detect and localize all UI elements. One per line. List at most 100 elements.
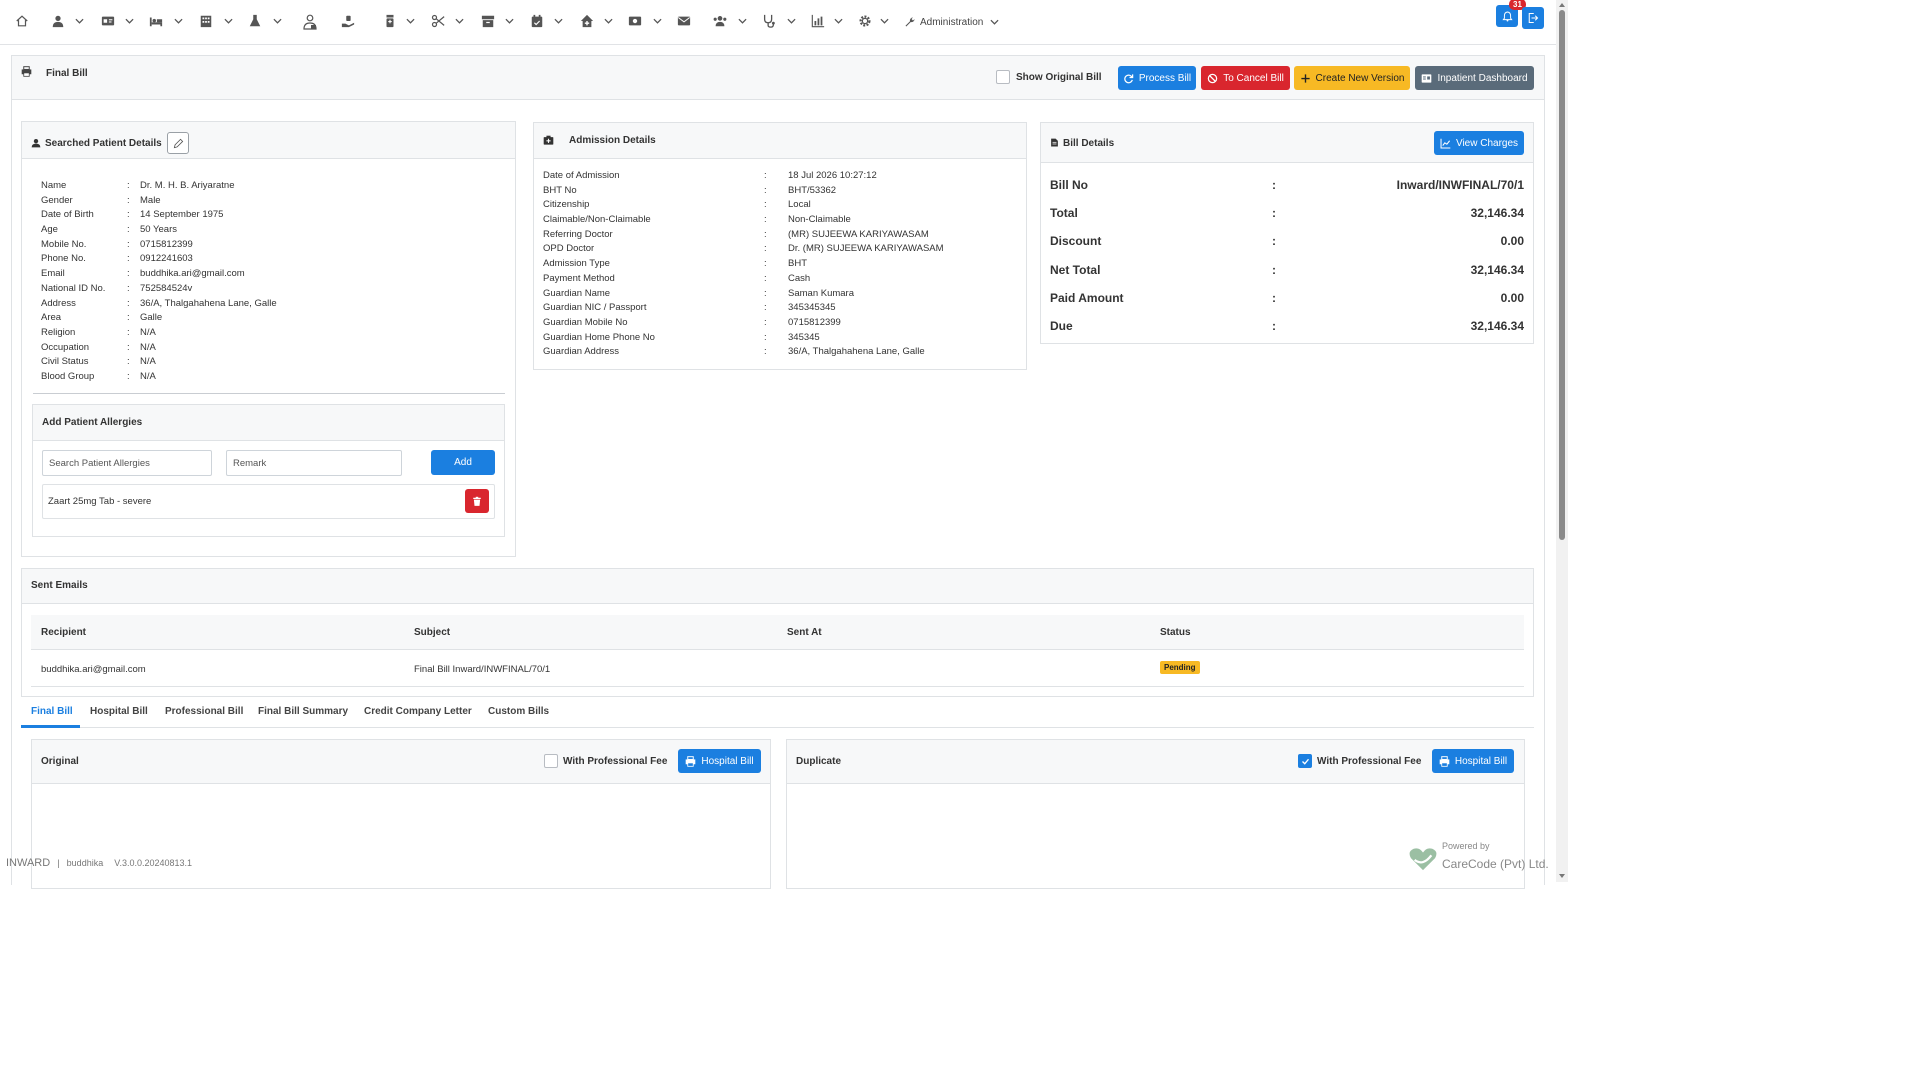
detail-value: Local	[788, 199, 811, 211]
tab-final-bill[interactable]: Final Bill	[31, 706, 73, 717]
scroll-down-icon[interactable]	[1558, 872, 1566, 880]
chevron-down-icon[interactable]	[224, 17, 233, 25]
scissors-icon[interactable]	[431, 14, 445, 28]
detail-value: N/A	[140, 326, 156, 338]
process-bill-button[interactable]: Process Bill	[1118, 66, 1196, 90]
chevron-down-icon[interactable]	[880, 17, 889, 25]
bed-icon[interactable]	[149, 14, 163, 28]
detail-label: OPD Doctor	[543, 243, 595, 255]
original-professional-fee-checkbox[interactable]: With Professional Fee	[544, 754, 667, 768]
archive-icon[interactable]	[481, 14, 495, 28]
detail-value: Galle	[140, 312, 163, 324]
detail-value: 0715812399	[788, 316, 841, 328]
tab-custom-bills[interactable]: Custom Bills	[488, 706, 549, 717]
home-icon[interactable]	[15, 14, 29, 28]
checkbox-checked[interactable]	[1298, 754, 1312, 768]
duplicate-title: Duplicate	[796, 756, 842, 767]
hand-holding-icon[interactable]	[341, 14, 355, 28]
detail-colon: :	[127, 341, 130, 353]
users-icon[interactable]	[712, 14, 728, 28]
detail-label: Date of Admission	[543, 170, 620, 181]
tab-final-bill-summary[interactable]: Final Bill Summary	[258, 706, 348, 717]
chevron-down-icon[interactable]	[273, 17, 282, 25]
add-allergy-button[interactable]: Add	[431, 450, 495, 475]
print-icon	[21, 66, 32, 77]
money-icon[interactable]	[628, 14, 642, 28]
gear-icon[interactable]	[858, 14, 872, 28]
detail-value: 345345345	[788, 302, 836, 314]
chevron-down-icon[interactable]	[604, 17, 613, 25]
duplicate-professional-fee-checkbox[interactable]: With Professional Fee	[1298, 754, 1421, 768]
delete-allergy-button[interactable]	[465, 489, 489, 513]
chevron-down-icon[interactable]	[505, 17, 514, 25]
chevron-down-icon[interactable]	[554, 17, 563, 25]
id-card-icon[interactable]	[101, 14, 115, 28]
scroll-up-icon[interactable]	[1558, 1, 1566, 9]
remark-input[interactable]: Remark	[226, 450, 402, 476]
file-invoice-icon	[1050, 137, 1059, 148]
column-header-sent-at: Sent At	[787, 627, 822, 638]
envelope-icon[interactable]	[677, 14, 691, 28]
create-new-version-button[interactable]: Create New Version	[1294, 66, 1410, 90]
bill-colon: :	[1272, 206, 1276, 220]
bar-chart-icon[interactable]	[811, 14, 825, 28]
chevron-down-icon[interactable]	[406, 17, 415, 25]
administration-menu[interactable]: Administration	[904, 12, 999, 32]
building-icon[interactable]	[199, 14, 213, 28]
detail-row: Area: Galle	[41, 311, 501, 326]
chevron-down-icon[interactable]	[455, 17, 464, 25]
chevron-down-icon[interactable]	[738, 17, 747, 25]
detail-row: Date of Admission: 18 Jul 2026 10:27:12	[543, 169, 1023, 184]
tab-credit-company-letter[interactable]: Credit Company Letter	[364, 706, 472, 717]
scrollbar-thumb[interactable]	[1559, 10, 1565, 540]
stethoscope-icon[interactable]	[762, 14, 776, 28]
remark-placeholder: Remark	[233, 457, 267, 469]
show-original-bill-checkbox[interactable]: Show Original Bill	[996, 70, 1102, 84]
bill-label: Bill No	[1050, 178, 1088, 192]
chevron-down-icon[interactable]	[174, 17, 183, 25]
chevron-down-icon[interactable]	[787, 17, 796, 25]
page-title: Final Bill	[46, 68, 88, 79]
calendar-check-icon[interactable]	[530, 14, 544, 28]
chevron-down-icon[interactable]	[75, 17, 84, 25]
footer-app-name: INWARD	[6, 857, 51, 869]
edit-patient-button[interactable]	[167, 132, 189, 154]
detail-value: BHT/53362	[788, 184, 837, 196]
chevron-down-icon[interactable]	[834, 17, 843, 25]
duplicate-hospital-bill-button[interactable]: Hospital Bill	[1432, 749, 1514, 773]
checkbox[interactable]	[996, 70, 1010, 84]
flask-icon[interactable]	[248, 14, 262, 28]
house-medical-icon[interactable]	[580, 14, 594, 28]
chevron-down-icon[interactable]	[653, 17, 662, 25]
detail-value: BHT	[788, 258, 807, 270]
plus-icon	[1300, 73, 1311, 84]
detail-row: Civil Status: N/A	[41, 355, 501, 370]
checkbox[interactable]	[544, 754, 558, 768]
detail-colon: :	[764, 287, 767, 299]
tab-hospital-bill[interactable]: Hospital Bill	[90, 706, 148, 717]
detail-label: Occupation	[41, 341, 90, 353]
doctor-icon[interactable]	[302, 14, 318, 30]
detail-row: Payment Method: Cash	[543, 272, 1023, 287]
process-bill-label: Process Bill	[1138, 72, 1192, 84]
detail-row: Referring Doctor: (MR) SUJEEWA KARIYAWASA…	[543, 228, 1023, 243]
professional-fee-label: With Professional Fee	[1317, 755, 1422, 767]
bill-row: Due: 32,146.34	[1050, 316, 1524, 336]
patient-icon[interactable]	[51, 14, 65, 28]
tab-professional-bill[interactable]: Professional Bill	[165, 706, 243, 717]
chevron-down-icon[interactable]	[125, 17, 134, 25]
bill-colon: :	[1272, 319, 1276, 333]
view-charges-button[interactable]: View Charges	[1434, 131, 1524, 155]
pill-bottle-icon[interactable]	[383, 14, 397, 28]
detail-row: Age:50 Years	[41, 223, 501, 238]
refresh-icon	[1123, 73, 1134, 84]
search-allergies-input[interactable]: Search Patient Allergies	[42, 450, 212, 476]
inpatient-dashboard-button[interactable]: Inpatient Dashboard	[1415, 66, 1534, 90]
detail-label: BHT No	[543, 184, 577, 196]
detail-row: Guardian Name: Saman Kumara	[543, 287, 1023, 302]
logout-button[interactable]	[1522, 7, 1544, 29]
sent-emails-title: Sent Emails	[31, 580, 88, 591]
cancel-bill-button[interactable]: To Cancel Bill	[1201, 66, 1290, 90]
original-hospital-bill-button[interactable]: Hospital Bill	[678, 749, 761, 773]
detail-row: Guardian NIC / Passport: 345345345	[543, 301, 1023, 316]
